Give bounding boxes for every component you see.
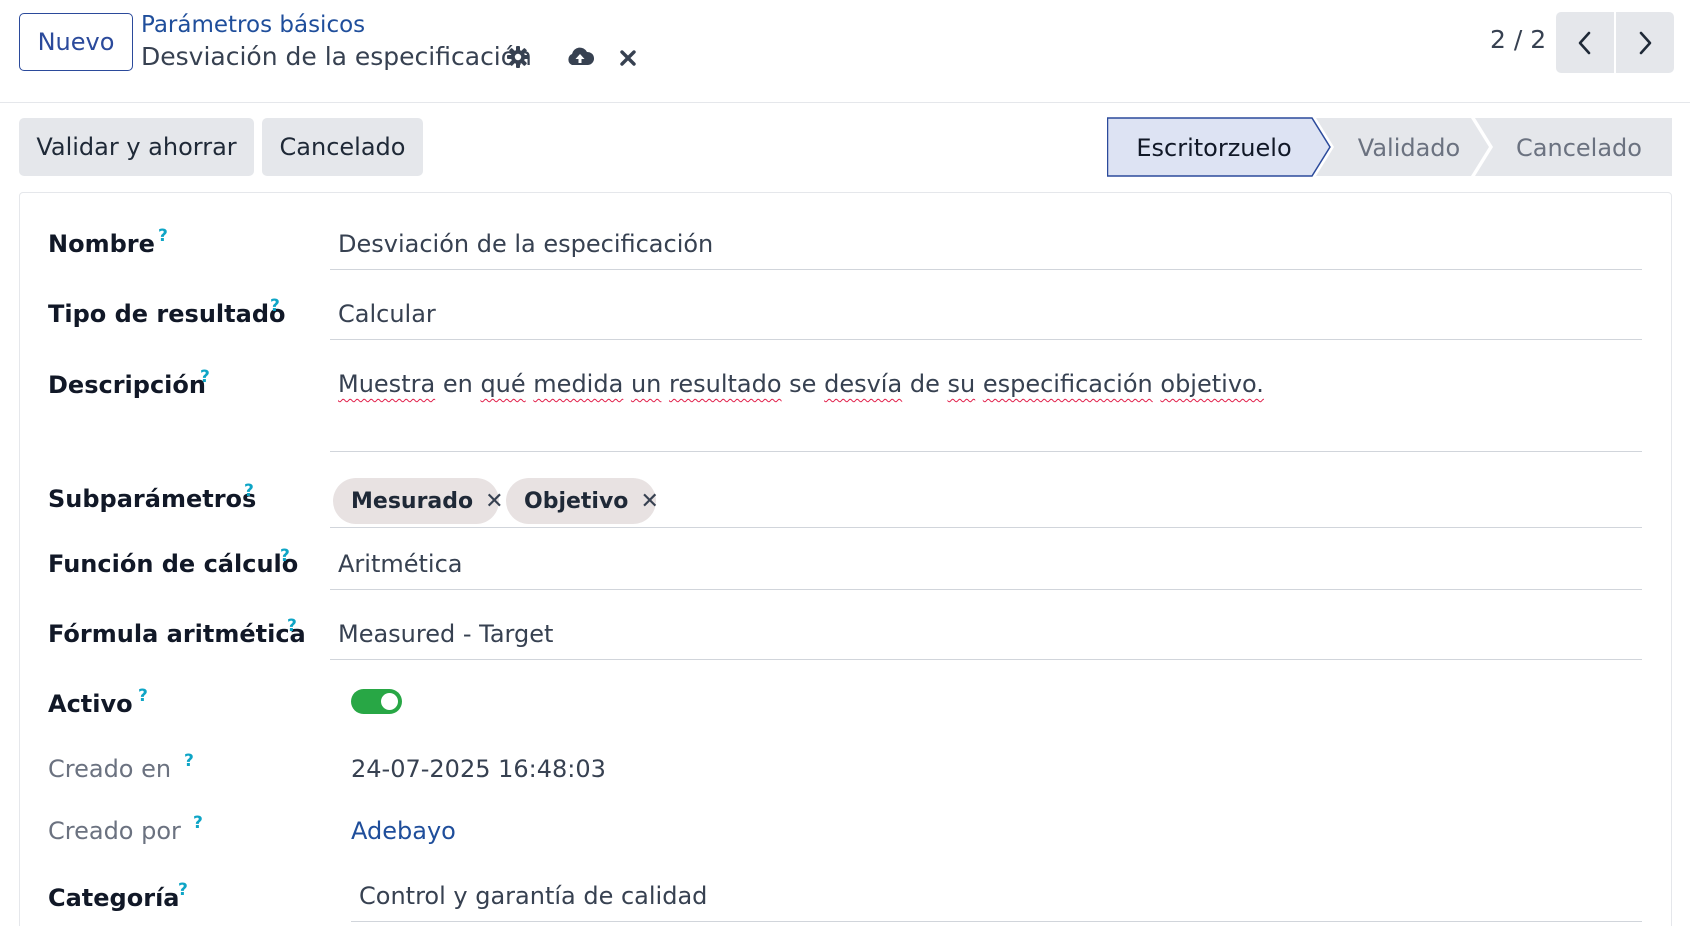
calc-function-select[interactable]: Aritmética: [330, 550, 1642, 590]
calc-function-help-icon[interactable]: ?: [280, 546, 290, 566]
created-by-help-icon[interactable]: ?: [193, 813, 203, 833]
name-help-icon[interactable]: ?: [158, 226, 168, 246]
tag-target: Objetivo ✕: [506, 478, 659, 524]
result-type-select[interactable]: Calcular: [330, 300, 1642, 340]
formula-input[interactable]: Measured - Target: [330, 620, 1642, 660]
save-cloud-icon[interactable]: [563, 40, 597, 74]
cancel-button[interactable]: Cancelado: [262, 118, 423, 176]
category-label: Categoría: [48, 884, 180, 912]
subparameters-label: Subparámetros: [48, 485, 257, 513]
description-textarea[interactable]: Muestra en qué medida un resultado se de…: [330, 370, 1642, 452]
pager-previous-button[interactable]: [1556, 12, 1614, 73]
created-by-label: Creado por: [48, 817, 181, 845]
category-help-icon[interactable]: ?: [178, 880, 188, 900]
record-title: Desviación de la especificación: [141, 42, 532, 71]
formula-label: Fórmula aritmética: [48, 620, 306, 648]
created-on-label: Creado en: [48, 755, 172, 783]
new-button[interactable]: Nuevo: [19, 13, 133, 71]
description-label: Descripción: [48, 371, 206, 399]
stage-validated-label: Validado: [1358, 134, 1460, 162]
discard-icon[interactable]: [614, 42, 642, 74]
result-type-help-icon[interactable]: ?: [270, 296, 280, 316]
validate-save-button[interactable]: Validar y ahorrar: [19, 118, 254, 176]
created-by-link[interactable]: Adebayo: [351, 817, 456, 845]
created-on-value: 24-07-2025 16:48:03: [351, 755, 606, 783]
pager-next-button[interactable]: [1616, 12, 1674, 73]
stage-validated[interactable]: Validado: [1316, 118, 1489, 176]
active-label: Activo: [48, 690, 133, 718]
category-select[interactable]: Control y garantía de calidad: [351, 882, 1642, 922]
stage-cancelled[interactable]: Cancelado: [1475, 118, 1672, 176]
name-label: Nombre: [48, 230, 155, 258]
calc-function-label: Función de cálculo: [48, 550, 299, 578]
description-help-icon[interactable]: ?: [200, 367, 210, 387]
result-type-label: Tipo de resultado: [48, 300, 286, 328]
stage-draft[interactable]: Escritorzuelo: [1107, 117, 1331, 177]
breadcrumb-parent-link[interactable]: Parámetros básicos: [141, 12, 365, 38]
remove-tag-icon[interactable]: ✕: [485, 489, 503, 514]
tag-target-label: Objetivo: [524, 488, 629, 514]
chevron-right-icon: [1639, 31, 1652, 54]
created-on-help-icon[interactable]: ?: [184, 751, 194, 771]
formula-help-icon[interactable]: ?: [287, 616, 297, 636]
tag-measured-label: Mesurado: [351, 488, 474, 514]
tag-measured: Mesurado ✕: [333, 478, 504, 524]
subparameters-help-icon[interactable]: ?: [244, 481, 254, 501]
stage-cancelled-label: Cancelado: [1516, 134, 1642, 162]
stage-draft-label: Escritorzuelo: [1136, 134, 1291, 162]
control-panel: Nuevo Parámetros básicos Desviación de l…: [0, 0, 1690, 103]
name-input[interactable]: Desviación de la especificación: [330, 230, 1642, 270]
chevron-left-icon: [1578, 31, 1591, 54]
gear-icon[interactable]: [503, 40, 533, 74]
pager-value: 2 / 2: [1490, 25, 1547, 54]
remove-tag-icon[interactable]: ✕: [640, 489, 658, 514]
active-toggle[interactable]: [351, 689, 402, 714]
status-bar: Escritorzuelo Validado Cancelado: [1107, 117, 1672, 177]
active-help-icon[interactable]: ?: [138, 686, 148, 706]
